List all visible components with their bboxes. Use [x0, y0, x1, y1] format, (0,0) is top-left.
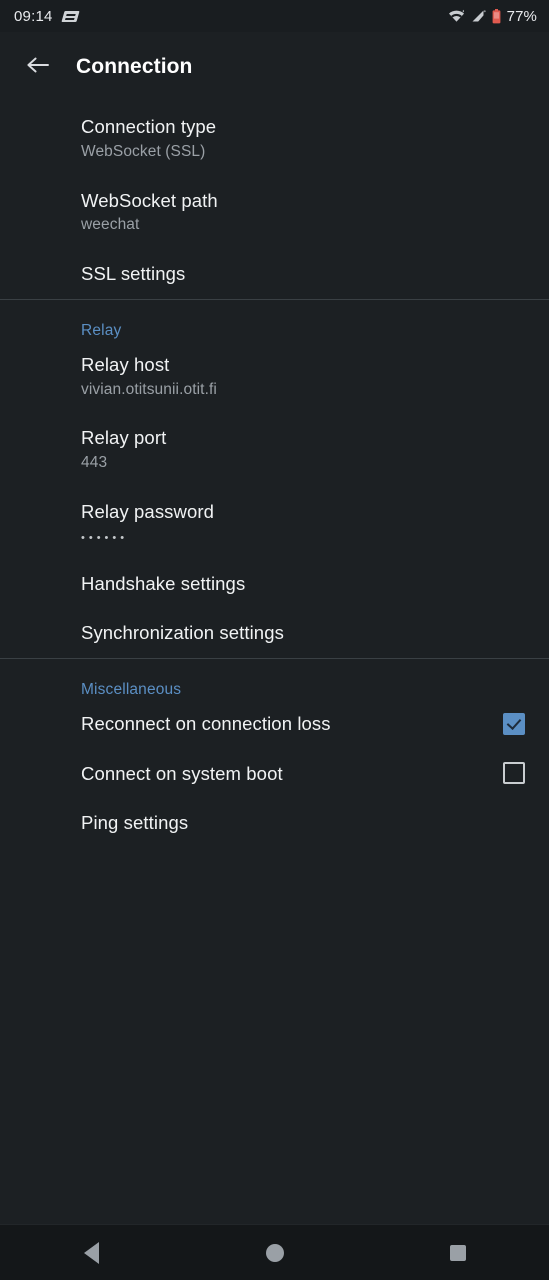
pref-group-connection: Connection type WebSocket (SSL) WebSocke…	[0, 102, 549, 299]
pref-texts: Synchronization settings	[81, 621, 525, 645]
pref-texts: Connection type WebSocket (SSL)	[81, 115, 525, 163]
pref-handshake-settings[interactable]: Handshake settings	[0, 559, 549, 609]
pref-ping-settings[interactable]: Ping settings	[0, 798, 549, 848]
pref-title: Relay password	[81, 501, 215, 523]
pref-texts: Relay host vivian.otitsunii.otit.fi	[81, 353, 525, 401]
nav-back-button[interactable]	[0, 1241, 183, 1264]
page-title: Connection	[76, 55, 193, 78]
nav-recents-icon	[449, 1244, 466, 1261]
pref-texts: Relay password ••••••	[81, 500, 525, 546]
battery-low-icon	[492, 8, 501, 24]
preferences-list[interactable]: Connection type WebSocket (SSL) WebSocke…	[0, 102, 549, 1224]
nav-back-icon	[84, 1241, 99, 1264]
checkbox-connect-on-system-boot[interactable]	[503, 762, 525, 785]
pref-texts: Relay port 443	[81, 426, 525, 474]
pref-summary: vivian.otitsunii.otit.fi	[81, 380, 217, 398]
pref-reconnect-on-connection-loss[interactable]: Reconnect on connection loss	[0, 699, 549, 749]
battery-percent-label: 77%	[506, 7, 537, 25]
pref-relay-password[interactable]: Relay password ••••••	[0, 487, 549, 559]
back-button[interactable]	[18, 47, 58, 87]
pref-connect-on-system-boot[interactable]: Connect on system boot	[0, 749, 549, 799]
pref-title: Handshake settings	[81, 572, 246, 594]
pref-texts: WebSocket path weechat	[81, 189, 525, 237]
pref-relay-port[interactable]: Relay port 443	[0, 413, 549, 487]
pref-title: Reconnect on connection loss	[81, 712, 331, 734]
pref-summary: weechat	[81, 216, 140, 234]
pref-summary: 443	[81, 454, 108, 472]
pref-title: Connect on system boot	[81, 762, 283, 784]
pref-summary-masked: ••••••	[81, 531, 129, 544]
status-bar: 09:14 77%	[0, 0, 549, 32]
wifi-icon	[448, 9, 465, 23]
app-badge-icon	[60, 10, 80, 22]
pref-relay-host[interactable]: Relay host vivian.otitsunii.otit.fi	[0, 340, 549, 414]
pref-summary: WebSocket (SSL)	[81, 142, 206, 160]
nav-recents-button[interactable]	[366, 1244, 549, 1261]
pref-title: Connection type	[81, 116, 217, 137]
pref-synchronization-settings[interactable]: Synchronization settings	[0, 608, 549, 658]
pref-texts: Connect on system boot	[81, 762, 489, 786]
status-bar-left: 09:14	[14, 7, 80, 25]
pref-title: SSL settings	[81, 263, 186, 285]
pref-title: Relay host	[81, 353, 170, 375]
pref-group-miscellaneous: Miscellaneous Reconnect on connection lo…	[0, 659, 549, 848]
nav-home-icon	[265, 1243, 284, 1262]
checkbox-reconnect-on-connection-loss[interactable]	[503, 712, 525, 735]
app-toolbar: Connection	[0, 32, 549, 102]
pref-title: Relay port	[81, 427, 167, 449]
pref-texts: Reconnect on connection loss	[81, 712, 489, 736]
pref-title: WebSocket path	[81, 189, 218, 211]
pref-texts: SSL settings	[81, 262, 525, 286]
pref-group-relay: Relay Relay host vivian.otitsunii.otit.f…	[0, 300, 549, 658]
pref-texts: Ping settings	[81, 811, 525, 835]
pref-title: Synchronization settings	[81, 622, 284, 644]
pref-connection-type[interactable]: Connection type WebSocket (SSL)	[0, 102, 549, 176]
system-navigation-bar	[0, 1224, 549, 1280]
cellular-signal-icon	[471, 9, 486, 23]
pref-websocket-path[interactable]: WebSocket path weechat	[0, 176, 549, 250]
pref-texts: Handshake settings	[81, 572, 525, 596]
back-arrow-icon	[26, 55, 50, 80]
phone-screen: 09:14 77% Connection Connection type Web…	[0, 0, 549, 1280]
pref-ssl-settings[interactable]: SSL settings	[0, 249, 549, 299]
nav-home-button[interactable]	[183, 1243, 366, 1262]
status-clock: 09:14	[14, 7, 53, 25]
status-bar-right: 77%	[448, 8, 537, 25]
group-header-miscellaneous: Miscellaneous	[81, 680, 182, 698]
pref-title: Ping settings	[81, 812, 189, 834]
group-header-relay: Relay	[81, 321, 122, 339]
